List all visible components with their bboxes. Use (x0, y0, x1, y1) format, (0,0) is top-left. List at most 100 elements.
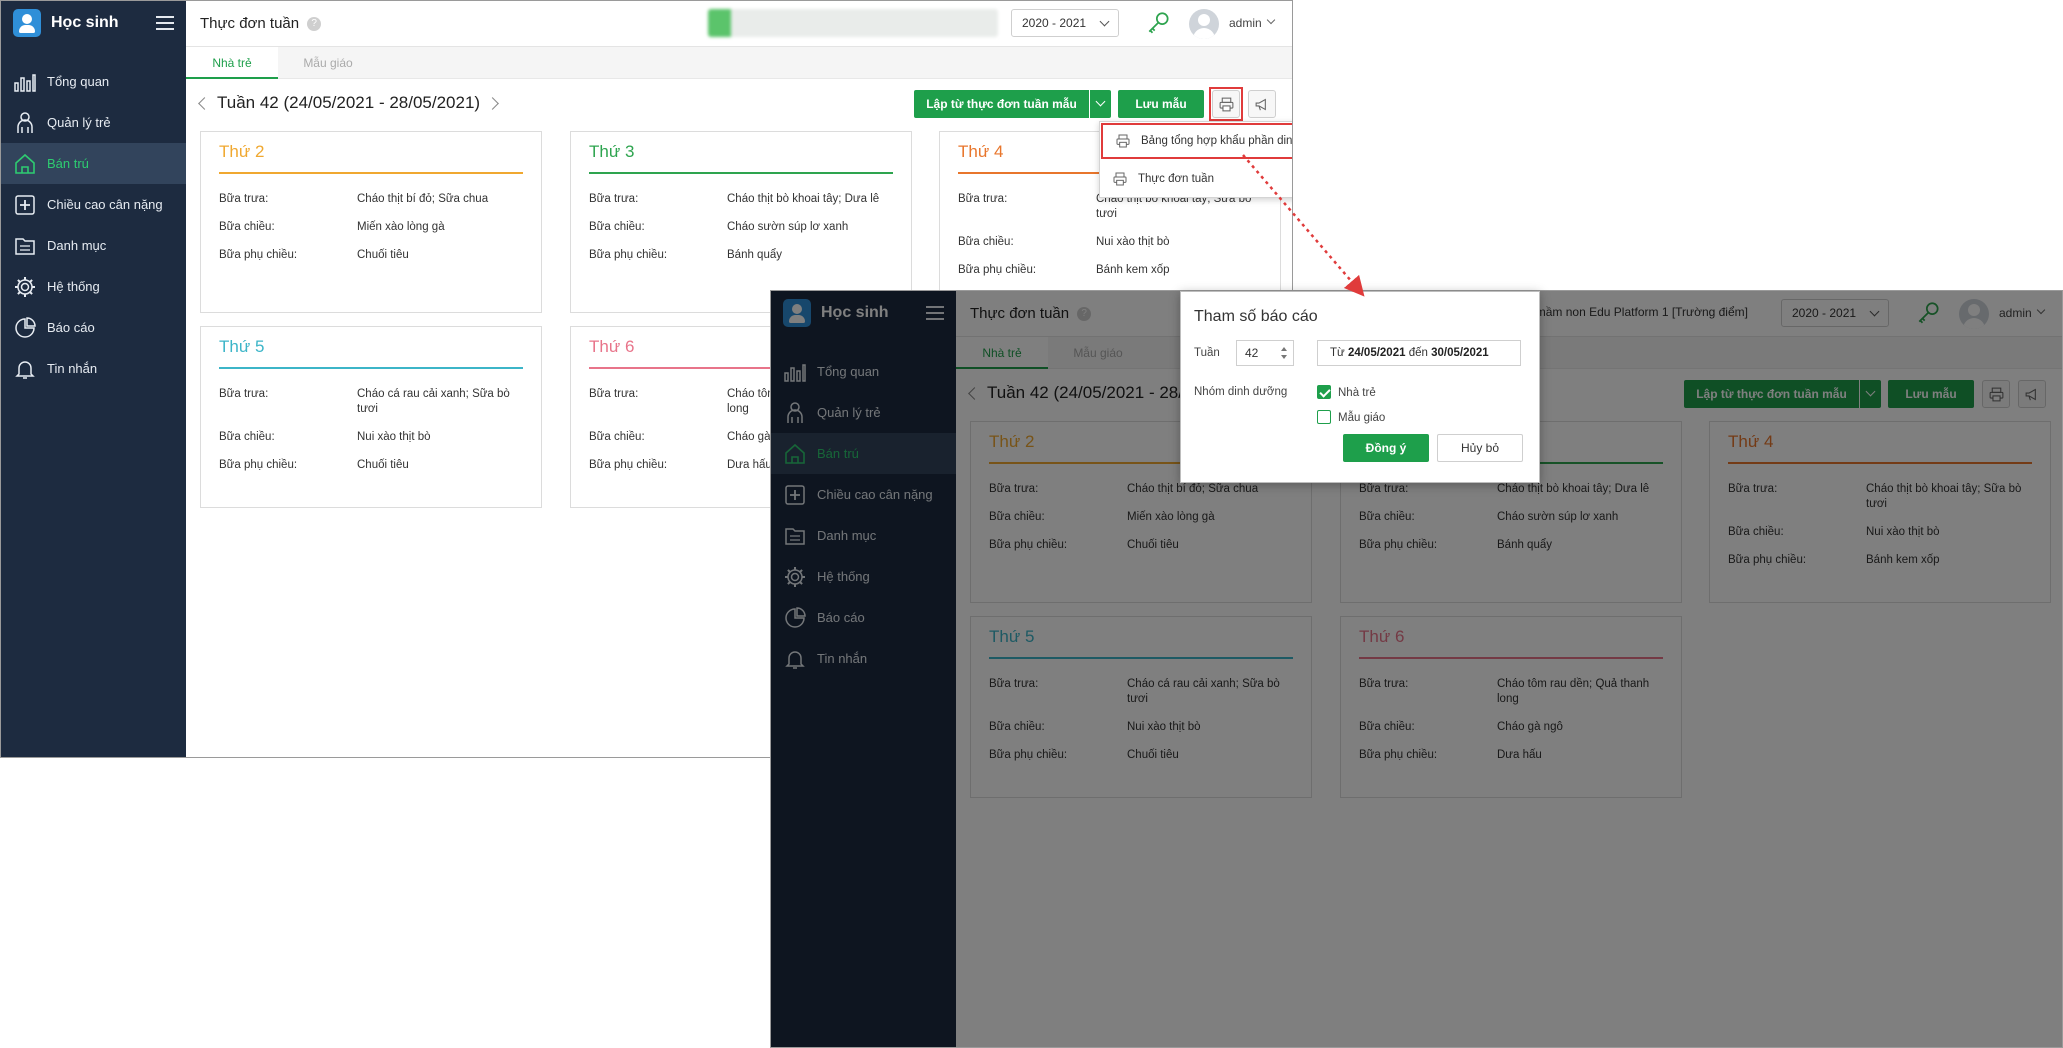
sidebar-item-label: Chiều cao cân nặng (47, 197, 163, 212)
nutrition-group-label: Nhóm dinh dưỡng (1194, 386, 1288, 398)
day-card-tue: Thứ 3 Bữa trưa: Cháo thịt bò khoai tây; D… (570, 131, 912, 313)
help-icon[interactable]: ? (307, 16, 322, 31)
week-number-input[interactable]: 42 (1236, 340, 1294, 366)
nursery-option-label[interactable]: Nhà trẻ (1338, 387, 1376, 399)
sidebar-item-height-weight[interactable]: Chiều cao cân nặng (1, 184, 186, 225)
sidebar-menu: Tổng quan Quản lý trẻ Bán trú Chiều cao … (1, 61, 186, 389)
save-template-button[interactable]: Lưu mẫu (1118, 90, 1204, 118)
plus-square-icon (13, 193, 37, 217)
sidebar-item-label: Bán trú (47, 156, 89, 171)
meal-value: Cháo thịt bí đỏ; Sữa chua (357, 193, 489, 205)
page-title: Thực đơn tuần (200, 15, 300, 32)
day-card-mon: Thứ 2 Bữa trưa: Cháo thịt bí đỏ; Sữa chua… (200, 131, 542, 313)
meal-value: Chuối tiêu (357, 459, 409, 471)
spin-down-icon[interactable] (1281, 355, 1287, 359)
sidebar-item-system[interactable]: Hệ thống (1, 266, 186, 307)
sidebar-item-messages[interactable]: Tin nhắn (1, 348, 186, 389)
meal-value: Bánh quẩy (727, 249, 782, 261)
megaphone-icon (1254, 96, 1271, 113)
meal-label: Bữa phụ chiều: (958, 264, 1037, 276)
sidebar-item-boarding[interactable]: Bán trú (1, 143, 186, 184)
sidebar-item-label: Tổng quan (47, 74, 110, 89)
chart-icon (13, 70, 37, 94)
sidebar-item-reports[interactable]: Báo cáo (1, 307, 186, 348)
meal-label: Bữa phụ chiều: (219, 249, 298, 261)
print-option-nutrition-summary[interactable]: Bảng tổng hợp khẩu phần dinh dưỡng trong… (1101, 123, 1293, 159)
print-dropdown: Bảng tổng hợp khẩu phần dinh dưỡng trong… (1099, 121, 1293, 198)
range-start: 24/05/2021 (1347, 347, 1406, 359)
meal-value: Miến xào lòng gà (357, 221, 445, 233)
printer-icon (1115, 133, 1131, 149)
day-title: Thứ 3 (589, 142, 635, 161)
meal-value: Chuối tiêu (357, 249, 409, 261)
meal-label: Bữa trưa: (589, 388, 639, 400)
report-params-dialog: Tham số báo cáo Tuần 42 Từ 24/05/2021 đế… (1180, 291, 1540, 483)
sidebar-item-label: Báo cáo (47, 320, 95, 335)
day-title: Thứ 5 (219, 337, 265, 356)
school-year-select[interactable]: 2020 - 2021 (1011, 9, 1119, 37)
date-range-display: Từ 24/05/2021 đến 30/05/2021 (1317, 340, 1521, 366)
range-end: 30/05/2021 (1431, 347, 1489, 359)
meal-value: Cháo sườn súp lơ xanh (727, 221, 849, 233)
meal-row-snack: Bữa phụ chiều: Chuối tiêu (219, 458, 523, 473)
chevron-down-icon[interactable] (1089, 90, 1111, 118)
child-icon (13, 111, 37, 135)
user-name[interactable]: admin (1229, 16, 1262, 30)
sidebar-item-label: Danh mục (47, 238, 107, 253)
home-icon (13, 152, 37, 176)
print-option-weekly-menu[interactable]: Thực đơn tuần (1100, 160, 1292, 198)
week-navigator: Tuần 42 (24/05/2021 - 28/05/2021) (198, 93, 499, 113)
meal-row-snack: Bữa phụ chiều: Chuối tiêu (219, 248, 523, 263)
tab-nursery[interactable]: Nhà trẻ (186, 47, 278, 79)
meal-label: Bữa chiều: (589, 221, 645, 233)
meal-label: Bữa chiều: (219, 221, 275, 233)
meal-row-afternoon: Bữa chiều: Nui xào thịt bò (219, 430, 523, 445)
kindergarten-option-label[interactable]: Mẫu giáo (1338, 412, 1385, 424)
day-divider (219, 172, 523, 174)
sidebar-item-overview[interactable]: Tổng quan (1, 61, 186, 102)
brand-name: Học sinh (51, 14, 119, 31)
spin-up-icon[interactable] (1281, 347, 1287, 351)
range-to-label: đến (1408, 347, 1428, 359)
meal-row-afternoon: Bữa chiều: Nui xào thịt bò (958, 235, 1262, 250)
day-card-thu: Thứ 5 Bữa trưa: Cháo cá rau cải xanh; Sữa… (200, 326, 542, 508)
cancel-button[interactable]: Hủy bỏ (1437, 434, 1523, 462)
kindergarten-checkbox[interactable] (1317, 410, 1331, 424)
chevron-right-icon[interactable] (486, 96, 499, 110)
meal-value: Nui xào thịt bò (357, 431, 431, 443)
chevron-left-icon[interactable] (198, 96, 211, 110)
key-icon[interactable] (1146, 10, 1172, 36)
sidebar-item-catalog[interactable]: Danh mục (1, 225, 186, 266)
meal-label: Bữa trưa: (589, 193, 639, 205)
meal-label: Bữa trưa: (219, 193, 269, 205)
print-highlight (1209, 87, 1243, 121)
create-from-template-button[interactable]: Lập từ thực đơn tuần mẫu (914, 90, 1089, 118)
chevron-down-icon[interactable] (1266, 15, 1276, 25)
meal-row-lunch: Bữa trưa: Cháo thịt bí đỏ; Sữa chua (219, 192, 523, 207)
sidebar-item-label: Hệ thống (47, 279, 100, 294)
meal-value: Cháo thịt bò khoai tây; Dưa lê (727, 193, 880, 205)
tab-kindergarten[interactable]: Mẫu giáo (278, 47, 378, 79)
menu-item-label: Thực đơn tuần (1138, 173, 1214, 185)
confirm-button[interactable]: Đồng ý (1343, 434, 1429, 462)
printer-icon (1112, 171, 1128, 187)
meal-row-snack: Bữa phụ chiều: Bánh kem xốp (958, 263, 1262, 278)
day-divider (589, 172, 893, 174)
day-divider (219, 367, 523, 369)
meal-value: Dưa hấu (727, 459, 772, 471)
menu-item-label: Bảng tổng hợp khẩu phần dinh dưỡng trong… (1141, 135, 1293, 147)
week-number-value: 42 (1245, 346, 1259, 360)
nursery-checkbox[interactable] (1317, 385, 1331, 399)
hamburger-menu-icon[interactable] (156, 16, 174, 30)
list-icon (13, 234, 37, 258)
sidebar-item-children[interactable]: Quản lý trẻ (1, 102, 186, 143)
tab-bar: Nhà trẻ Mẫu giáo (186, 47, 1292, 79)
school-selector[interactable] (708, 9, 998, 37)
meal-row-lunch: Bữa trưa: Cháo cá rau cải xanh; Sữa bò tư… (219, 387, 523, 417)
announce-button[interactable] (1248, 90, 1276, 118)
meal-value: Nui xào thịt bò (1096, 236, 1170, 248)
sidebar: Học sinh Tổng quan Quản lý trẻ Bán trú C… (1, 1, 186, 757)
meal-value: Cháo cá rau cải xanh; Sữa bò tươi (357, 388, 510, 415)
avatar[interactable] (1189, 9, 1219, 39)
meal-label: Bữa chiều: (958, 236, 1014, 248)
